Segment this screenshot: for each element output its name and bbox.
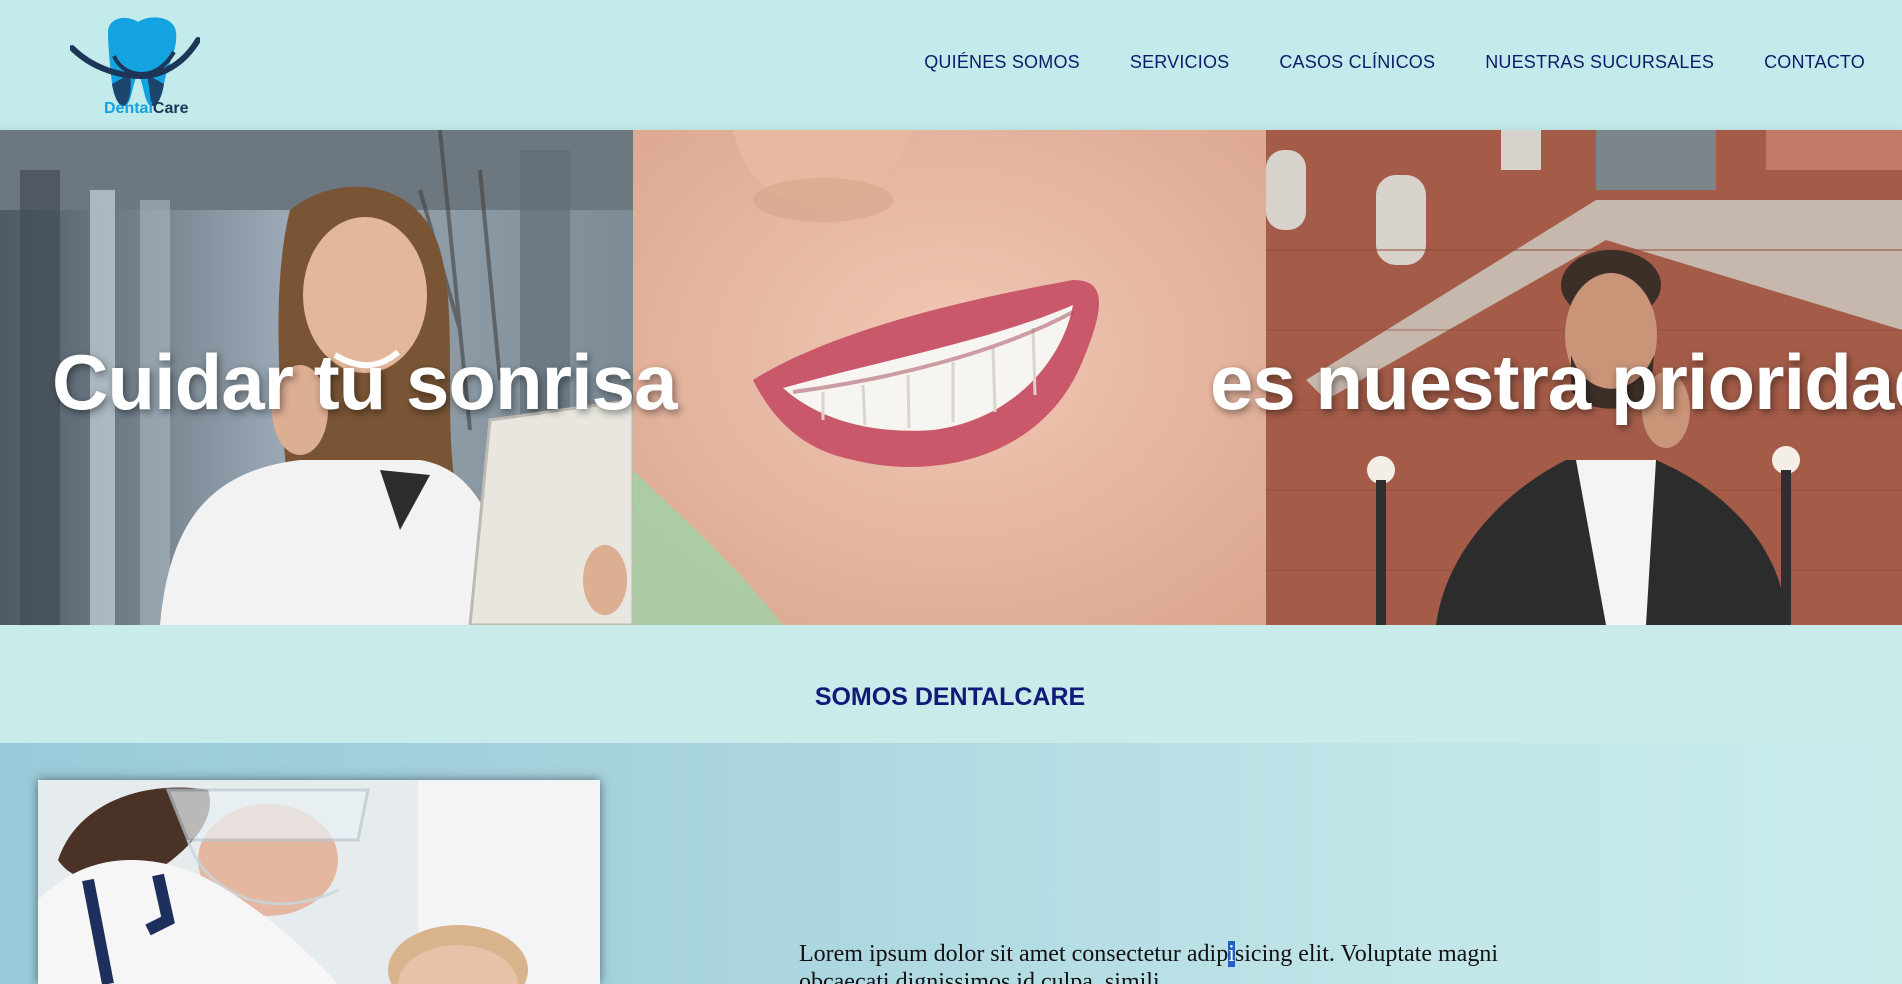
- site-header: DentalCare QUIÉNES SOMOS SERVICIOS CASOS…: [0, 0, 1902, 130]
- nav-servicios[interactable]: SERVICIOS: [1130, 52, 1230, 73]
- hero-heading-right: es nuestra prioridad: [1210, 338, 1902, 426]
- nav-nuestras-sucursales[interactable]: NUESTRAS SUCURSALES: [1485, 52, 1714, 73]
- about-text-start: Lorem ipsum dolor sit amet consectetur a…: [799, 941, 1229, 967]
- about-paragraph: Lorem ipsum dolor sit amet consectetur a…: [799, 940, 1539, 984]
- main-nav: QUIÉNES SOMOS SERVICIOS CASOS CLÍNICOS N…: [924, 52, 1865, 73]
- section-title: SOMOS DENTALCARE: [814, 683, 1086, 711]
- hero-heading-left: Cuidar tu sonrisa: [52, 338, 677, 426]
- logo-word-care: Care: [152, 100, 189, 117]
- logo-word-dental: Dental: [104, 100, 153, 117]
- hero-photo-smile: [633, 130, 1266, 625]
- nav-casos-clinicos[interactable]: CASOS CLÍNICOS: [1279, 52, 1435, 73]
- hero-banner: Cuidar tu sonrisa es nuestra prioridad: [0, 130, 1902, 625]
- text-selection-highlight: i: [1228, 941, 1235, 967]
- nav-contacto[interactable]: CONTACTO: [1764, 52, 1865, 73]
- nav-quienes-somos[interactable]: QUIÉNES SOMOS: [924, 52, 1080, 73]
- about-photo-dentist: [38, 780, 600, 984]
- logo-wordmark[interactable]: DentalCare: [104, 100, 188, 118]
